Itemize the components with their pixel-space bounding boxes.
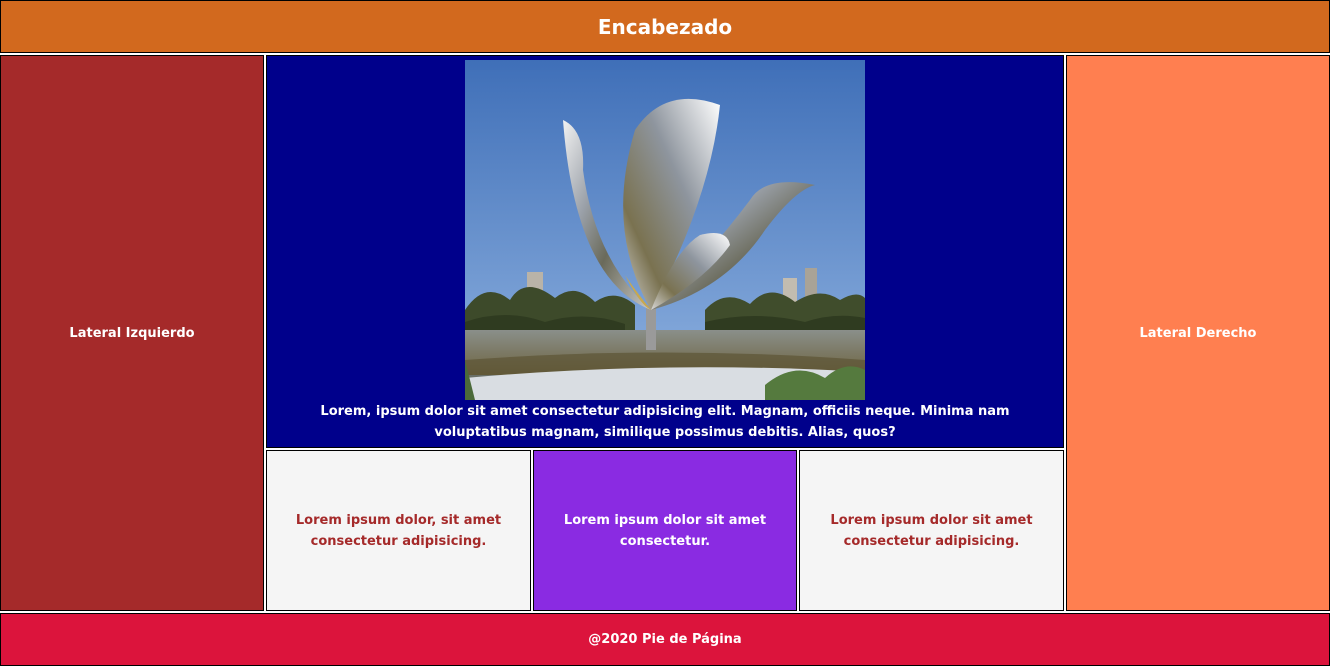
card-text: Lorem ipsum dolor, sit amet consectetur …	[295, 512, 502, 549]
right-sidebar-label: Lateral Derecho	[1139, 325, 1257, 341]
card-text: Lorem ipsum dolor sit amet consectetur.	[563, 512, 767, 549]
main-content: Lorem, ipsum dolor sit amet consectetur …	[266, 55, 1064, 448]
main-paragraph: Lorem, ipsum dolor sit amet consectetur …	[320, 404, 1010, 440]
footer-text: @2020 Pie de Página	[588, 632, 742, 647]
header-title: Encabezado	[597, 14, 733, 39]
right-sidebar: Lateral Derecho	[1066, 55, 1330, 611]
page-footer: @2020 Pie de Página	[0, 613, 1330, 666]
left-sidebar: Lateral Izquierdo	[0, 55, 264, 611]
card-text: Lorem ipsum dolor sit amet consectetur a…	[830, 512, 1033, 549]
page-header: Encabezado	[0, 0, 1330, 53]
content-card-2: Lorem ipsum dolor sit amet consectetur.	[533, 450, 797, 611]
content-card-1: Lorem ipsum dolor, sit amet consectetur …	[266, 450, 531, 611]
content-card-3: Lorem ipsum dolor sit amet consectetur a…	[799, 450, 1064, 611]
page: Encabezado Lateral Izquierdo Lorem, ipsu…	[0, 0, 1330, 666]
left-sidebar-label: Lateral Izquierdo	[69, 325, 195, 341]
flower-sculpture-photo	[465, 60, 865, 400]
